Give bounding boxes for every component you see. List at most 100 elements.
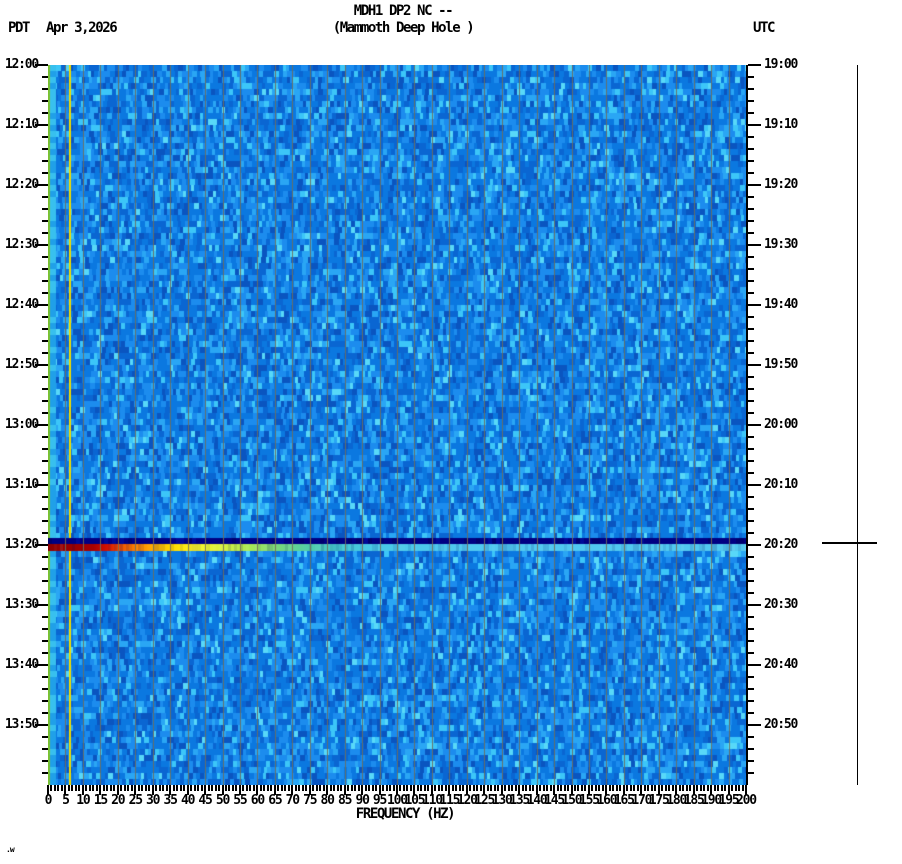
x-axis-label: 135 bbox=[509, 793, 530, 808]
x-axis-minor-tick bbox=[85, 785, 88, 791]
x-axis-minor-tick bbox=[629, 785, 632, 791]
x-axis-minor-tick bbox=[703, 785, 706, 791]
right-axis-minor-tick bbox=[748, 232, 754, 234]
x-axis-minor-tick bbox=[382, 785, 385, 791]
x-axis-major-tick bbox=[727, 785, 730, 795]
x-axis-major-tick bbox=[343, 785, 346, 795]
right-axis-major-tick bbox=[748, 604, 761, 606]
x-axis-minor-tick bbox=[685, 785, 688, 791]
x-axis-minor-tick bbox=[573, 785, 576, 791]
x-axis-minor-tick bbox=[340, 785, 343, 791]
right-axis-major-tick bbox=[748, 184, 761, 186]
right-axis-minor-tick bbox=[748, 568, 754, 570]
x-axis-minor-tick bbox=[720, 785, 723, 791]
x-axis-minor-tick bbox=[218, 785, 220, 791]
right-axis-label: 20:10 bbox=[764, 477, 798, 492]
right-axis-minor-tick bbox=[748, 532, 754, 534]
x-axis-minor-tick bbox=[539, 785, 542, 791]
x-axis-minor-tick bbox=[696, 785, 699, 791]
x-axis-major-tick bbox=[430, 785, 433, 795]
right-axis-minor-tick bbox=[748, 736, 754, 738]
right-axis-minor-tick bbox=[748, 640, 754, 642]
x-axis-major-tick bbox=[273, 785, 276, 795]
x-axis-minor-tick bbox=[409, 785, 412, 791]
x-axis-label: 125 bbox=[474, 793, 495, 808]
x-axis-label: 65 bbox=[268, 793, 282, 808]
right-axis-minor-tick bbox=[748, 400, 754, 402]
left-axis-label: 12:50 bbox=[4, 357, 39, 372]
x-axis-minor-tick bbox=[664, 785, 667, 791]
x-axis-major-tick bbox=[710, 785, 713, 795]
x-axis-minor-tick bbox=[556, 785, 559, 791]
x-axis-minor-tick bbox=[455, 785, 458, 791]
x-axis-minor-tick bbox=[354, 785, 357, 791]
left-axis-label: 13:20 bbox=[4, 537, 39, 552]
x-axis-minor-tick bbox=[148, 785, 151, 791]
x-axis-label: 195 bbox=[718, 793, 740, 808]
right-axis-minor-tick bbox=[748, 436, 754, 438]
right-axis-label: 19:10 bbox=[764, 117, 798, 132]
right-axis-minor-tick bbox=[748, 220, 754, 222]
x-axis-label: 130 bbox=[491, 793, 513, 808]
x-axis-minor-tick bbox=[580, 785, 583, 791]
right-axis-minor-tick bbox=[748, 676, 754, 678]
x-axis-minor-tick bbox=[458, 785, 461, 791]
x-axis-minor-tick bbox=[190, 785, 193, 791]
right-axis-label: 19:00 bbox=[764, 57, 798, 72]
x-axis-minor-tick bbox=[120, 785, 123, 791]
x-axis-minor-tick bbox=[364, 785, 367, 791]
x-axis-label: 15 bbox=[93, 793, 108, 808]
right-axis-minor-tick bbox=[748, 172, 754, 174]
x-axis-minor-tick bbox=[197, 785, 200, 791]
left-axis-label: 13:50 bbox=[4, 717, 39, 732]
right-axis-minor-tick bbox=[748, 412, 754, 414]
x-axis-major-tick bbox=[587, 785, 590, 795]
x-axis-major-tick bbox=[291, 785, 294, 795]
x-axis-minor-tick bbox=[155, 785, 158, 791]
right-axis-minor-tick bbox=[748, 628, 754, 630]
x-axis-minor-tick bbox=[486, 785, 489, 791]
x-axis-minor-tick bbox=[347, 785, 350, 791]
x-axis-major-tick bbox=[308, 785, 311, 795]
x-axis-major-tick bbox=[99, 785, 102, 795]
right-axis-label: 19:30 bbox=[764, 237, 798, 252]
left-axis-label: 12:30 bbox=[4, 237, 39, 252]
x-axis-minor-tick bbox=[717, 785, 720, 791]
x-axis-label: 10 bbox=[76, 793, 90, 808]
x-axis-minor-tick bbox=[60, 785, 63, 791]
left-axis-label: 12:40 bbox=[4, 297, 39, 312]
x-axis-major-tick bbox=[570, 785, 573, 795]
left-axis-major-tick bbox=[35, 484, 48, 486]
right-axis-label: 19:50 bbox=[764, 357, 798, 372]
x-axis-label: 185 bbox=[683, 793, 705, 808]
x-axis-minor-tick bbox=[350, 785, 353, 791]
right-axis-minor-tick bbox=[748, 196, 754, 198]
x-axis-minor-tick bbox=[490, 785, 493, 791]
x-axis-minor-tick bbox=[619, 785, 622, 791]
x-axis-minor-tick bbox=[682, 785, 685, 791]
right-axis-major-tick bbox=[748, 664, 761, 666]
x-axis-minor-tick bbox=[507, 785, 510, 791]
x-axis-minor-tick bbox=[724, 785, 727, 791]
x-axis-minor-tick bbox=[601, 785, 604, 791]
x-axis-minor-tick bbox=[176, 785, 179, 791]
x-axis-minor-tick bbox=[284, 785, 287, 791]
x-axis-minor-tick bbox=[78, 785, 81, 791]
x-axis-minor-tick bbox=[444, 785, 447, 791]
left-axis-major-tick bbox=[35, 304, 48, 306]
left-axis-label: 13:10 bbox=[4, 477, 39, 492]
right-axis-label: 19:20 bbox=[764, 177, 798, 192]
x-axis-minor-tick bbox=[50, 785, 53, 791]
x-axis-major-tick bbox=[361, 785, 364, 795]
x-axis-minor-tick bbox=[671, 785, 674, 791]
x-axis-minor-tick bbox=[626, 785, 629, 791]
x-axis-minor-tick bbox=[259, 785, 262, 791]
x-axis-minor-tick bbox=[441, 785, 444, 791]
right-axis-minor-tick bbox=[748, 376, 754, 378]
right-axis-minor-tick bbox=[748, 280, 754, 282]
x-axis-minor-tick bbox=[738, 785, 741, 791]
x-axis-minor-tick bbox=[399, 785, 402, 791]
x-axis-label: 40 bbox=[180, 793, 195, 808]
x-axis-minor-tick bbox=[612, 785, 615, 791]
right-axis-minor-tick bbox=[748, 472, 754, 474]
